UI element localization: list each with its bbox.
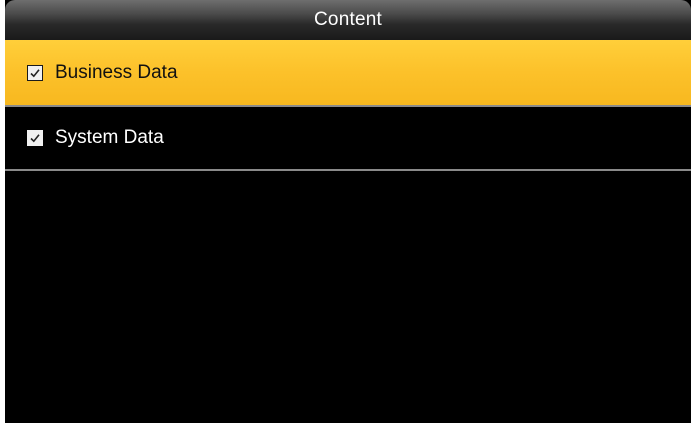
list-item-system-data[interactable]: System Data [5,107,691,171]
checkbox-checked-icon[interactable] [27,64,43,81]
list-item-label: System Data [55,127,164,148]
page-title: Content [314,9,382,30]
title-bar: Content [5,0,691,40]
list-item-business-data[interactable]: Business Data [5,40,691,107]
list-item-label: Business Data [55,61,178,83]
checkbox-checked-icon[interactable] [27,130,43,146]
device-screen: Content Business Data System Data [5,0,691,423]
content-list: Business Data System Data [5,40,691,171]
